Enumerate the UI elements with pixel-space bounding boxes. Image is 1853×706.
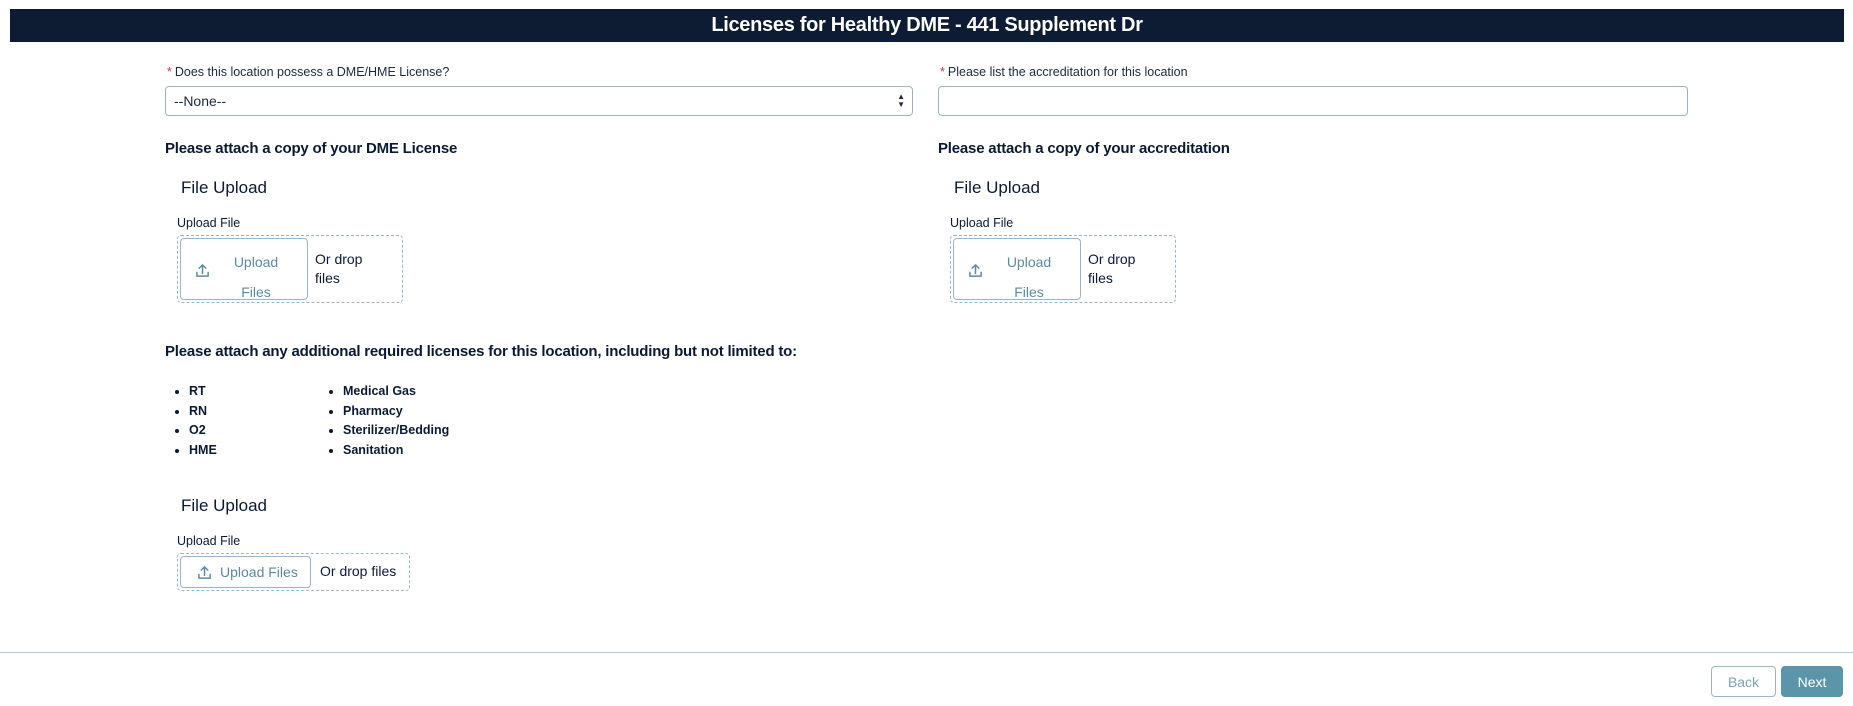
license-types-list-col1: RTRNO2HME (165, 382, 217, 460)
license-question-label: * Does this location possess a DME/HME Li… (167, 65, 449, 79)
license-type-item: RT (189, 382, 217, 402)
drop-line2: files (1088, 270, 1113, 286)
accreditation-upload-button-label: Upload Files (994, 247, 1064, 307)
dme-upload-file-label: Upload File (177, 216, 241, 230)
accreditation-drop-zone[interactable]: Upload Files Or drop files (950, 235, 1176, 303)
drop-line1: Or drop (315, 251, 363, 267)
license-type-item: O2 (189, 421, 217, 441)
dme-upload-files-button[interactable]: Upload Files (180, 238, 308, 300)
upload-label-line1: Upload (233, 254, 279, 270)
back-button[interactable]: Back (1711, 666, 1776, 697)
accreditation-input[interactable] (938, 86, 1688, 116)
drop-line2: files (315, 270, 340, 286)
license-type-item: HME (189, 441, 217, 461)
accreditation-upload-files-button[interactable]: Upload Files (953, 238, 1081, 300)
accreditation-upload-file-label: Upload File (950, 216, 1014, 230)
upload-label-line2: Files (241, 284, 271, 300)
upload-icon (195, 263, 210, 278)
accreditation-section-title: Please attach a copy of your accreditati… (938, 140, 1230, 157)
license-type-item: RN (189, 402, 217, 422)
dme-upload-button-label: Upload Files (221, 247, 291, 307)
dme-drop-zone[interactable]: Upload Files Or drop files (177, 235, 403, 303)
additional-upload-files-button[interactable]: Upload Files (180, 556, 311, 588)
required-mark: * (940, 65, 945, 79)
additional-file-upload-title: File Upload (181, 496, 267, 515)
accreditation-file-upload-title: File Upload (954, 178, 1040, 197)
upload-icon (197, 565, 212, 580)
accreditation-question-label: * Please list the accreditation for this … (940, 65, 1188, 79)
page-title: Licenses for Healthy DME - 441 Supplemen… (711, 14, 1143, 36)
accreditation-drop-text: Or drop files (1088, 250, 1135, 288)
license-select-value: --None-- (174, 93, 227, 109)
upload-icon (968, 263, 983, 278)
select-arrows-icon: ▲ ▼ (897, 92, 905, 109)
accreditation-question-text: Please list the accreditation for this l… (947, 65, 1188, 79)
license-types-list-col2: Medical GasPharmacySterilizer/BeddingSan… (319, 382, 449, 460)
license-select[interactable]: --None-- ▲ ▼ (165, 86, 913, 116)
required-mark: * (167, 65, 172, 79)
additional-drop-text: Or drop files (320, 563, 397, 579)
page-header: Licenses for Healthy DME - 441 Supplemen… (10, 9, 1844, 42)
footer-divider (0, 652, 1853, 653)
next-button[interactable]: Next (1781, 666, 1843, 697)
dme-file-upload-title: File Upload (181, 178, 267, 197)
upload-label-line2: Files (1014, 284, 1044, 300)
license-type-item: Medical Gas (343, 382, 449, 402)
dme-drop-text: Or drop files (315, 250, 362, 288)
additional-upload-file-label: Upload File (177, 534, 241, 548)
dme-license-section-title: Please attach a copy of your DME License (165, 140, 458, 157)
license-question-text: Does this location possess a DME/HME Lic… (174, 65, 450, 79)
additional-upload-button-label: Upload Files (220, 564, 298, 580)
additional-licenses-section-title: Please attach any additional required li… (165, 343, 797, 360)
upload-label-line1: Upload (1006, 254, 1052, 270)
license-type-item: Pharmacy (343, 402, 449, 422)
drop-line1: Or drop (1088, 251, 1136, 267)
additional-drop-zone[interactable]: Upload Files Or drop files (177, 553, 410, 591)
license-type-item: Sanitation (343, 441, 449, 461)
license-type-item: Sterilizer/Bedding (343, 421, 449, 441)
